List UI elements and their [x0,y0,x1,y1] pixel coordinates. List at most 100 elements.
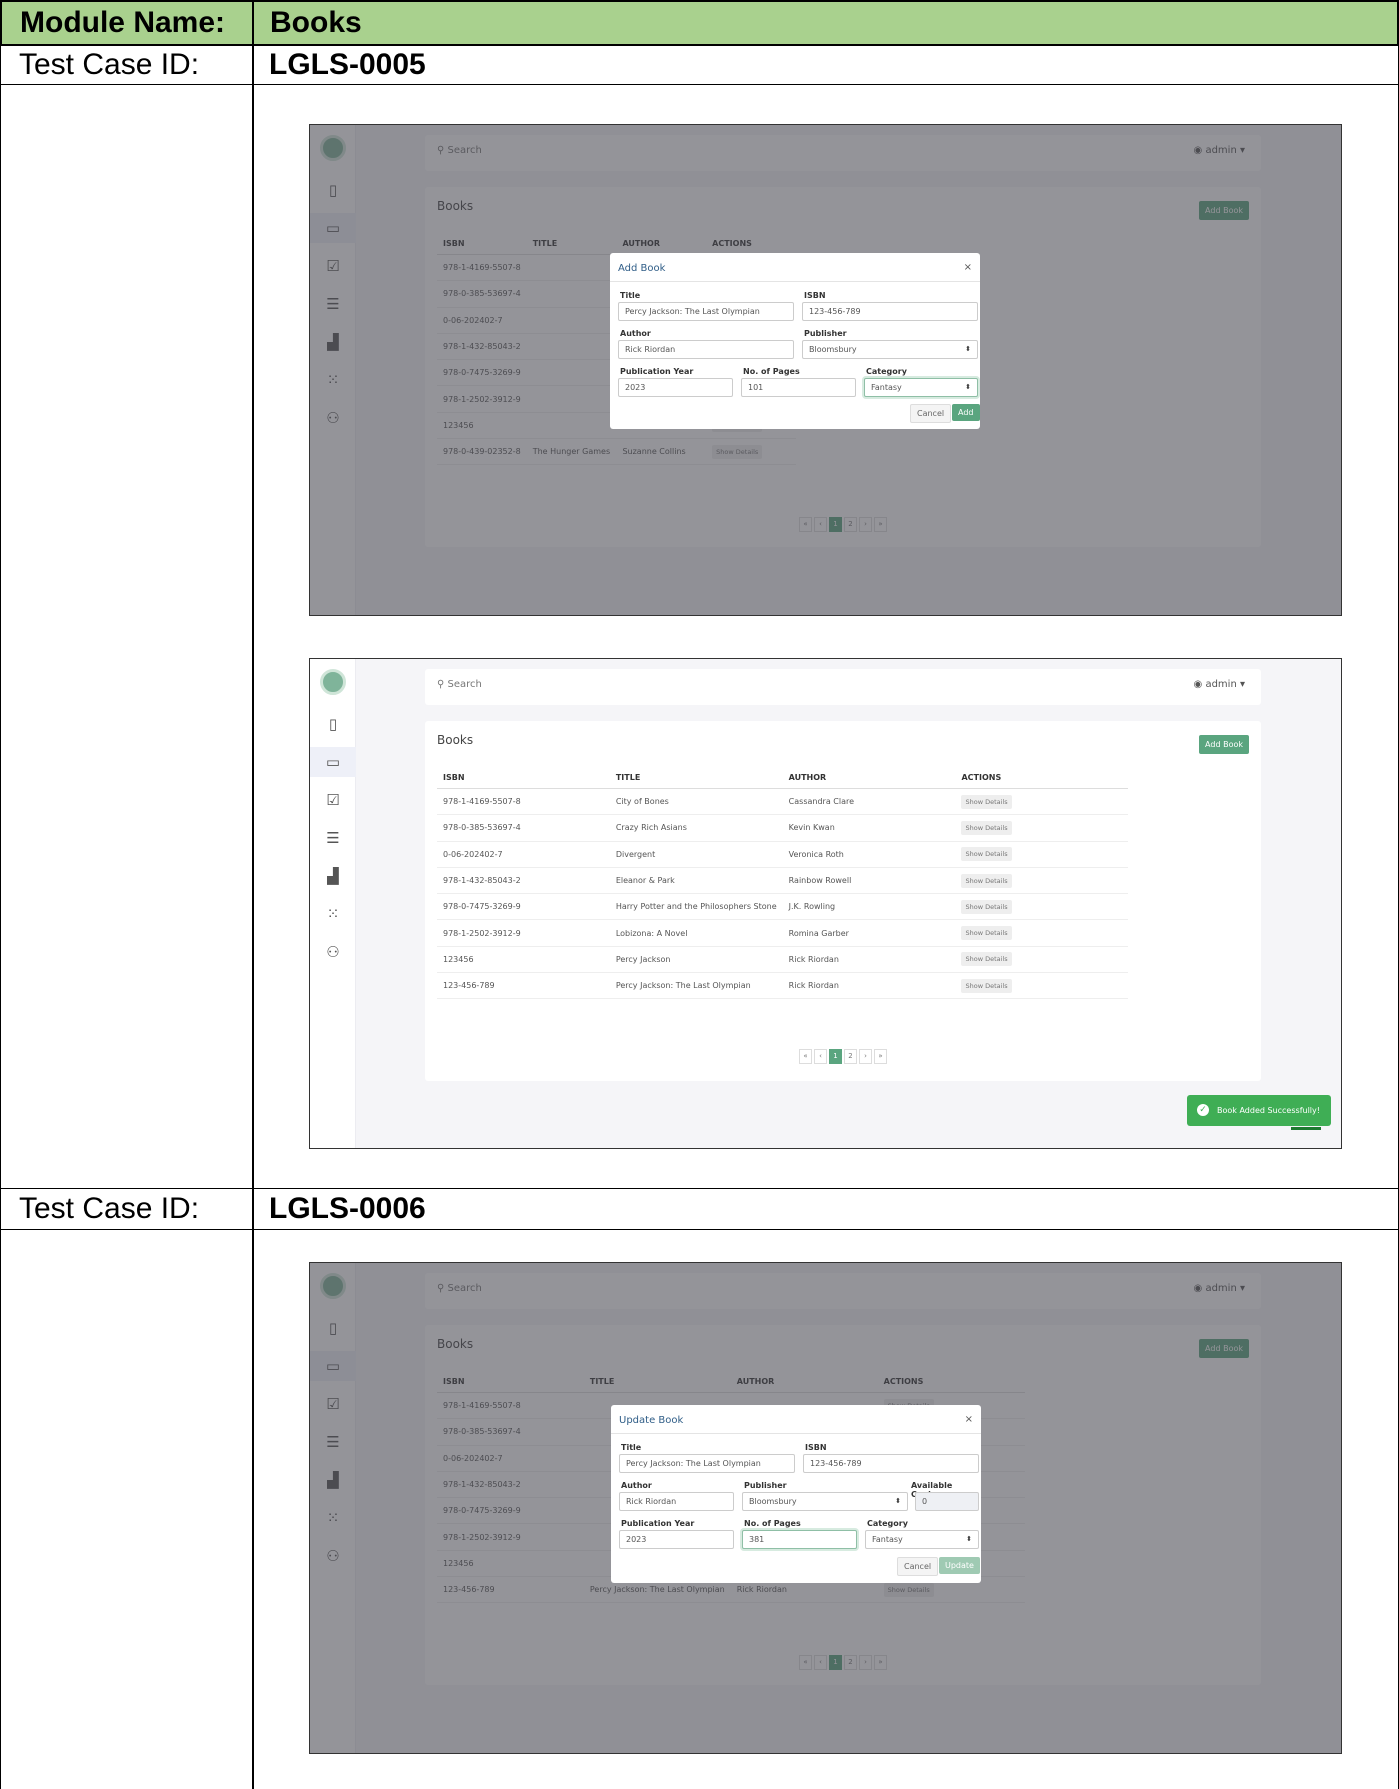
category-label: Category [867,1519,908,1528]
show-details-button[interactable]: Show Details [961,926,1012,941]
title-cell: Eleanor & Park [609,867,783,895]
title-cell: Percy Jackson [609,946,783,974]
show-details-button[interactable]: Show Details [961,978,1012,993]
isbn-label: ISBN [805,1443,827,1452]
author-cell: J.K. Rowling [782,893,956,921]
show-details-button[interactable]: Show Details [961,820,1012,835]
title-cell: Percy Jackson: The Last Olympian [609,972,783,1000]
author-cell: Cassandra Clare [782,788,956,816]
publisher-label: Publisher [744,1481,787,1490]
books-title: Books [437,733,474,747]
title-label: Title [621,1443,642,1452]
publisher-select[interactable]: Bloomsbury ⬍ [742,1492,908,1511]
year-label: Publication Year [621,1519,695,1528]
show-details-button[interactable]: Show Details [961,847,1012,862]
modal-title: Add Book [618,263,666,274]
col-author[interactable]: AUTHOR [782,767,956,789]
isbn-cell: 978-1-2502-3912-9 [437,919,610,947]
page-button[interactable]: 2 [844,1049,857,1064]
col-title[interactable]: TITLE [609,767,783,789]
isbn-cell: 123-456-789 [437,972,610,1000]
actions-cell: Show Details [955,972,1129,1000]
test-case-id: LGLS-0005 [252,44,1399,85]
show-details-button[interactable]: Show Details [961,873,1012,888]
year-field[interactable]: 2023 [618,378,733,397]
author-cell: Romina Garber [782,919,956,947]
year-field[interactable]: 2023 [619,1530,734,1549]
isbn-field[interactable]: 123-456-789 [803,1454,979,1473]
pages-field[interactable]: 381 [742,1530,857,1549]
category-select[interactable]: Fantasy ⬍ [864,378,978,397]
show-details-button[interactable]: Show Details [961,899,1012,914]
pagination: «‹12›» [799,1049,887,1064]
actions-cell: Show Details [955,919,1129,947]
author-cell: Kevin Kwan [782,814,956,842]
checklist-icon[interactable]: ☑ [324,791,342,809]
update-button[interactable]: Update [939,1557,980,1574]
page-button[interactable]: › [859,1049,872,1064]
add-book-button[interactable]: Add Book [1199,735,1249,754]
add-book-modal: Add Book × Title Percy Jackson: The Last… [610,253,980,429]
screenshot-add-book-modal: ▯ ▭ ☑ ☰ ▟ ⁙ ⚇ ⚲ Search ◉ admin ▾ Books A… [309,124,1342,616]
isbn-cell: 978-0-7475-3269-9 [437,893,610,921]
page-button[interactable]: ‹ [814,1049,827,1064]
app-logo [320,669,346,695]
list-icon[interactable]: ☰ [324,829,342,847]
toast-progress [1291,1127,1321,1130]
screenshot-book-added: ▯ ▭ ☑ ☰ ▟ ⁙ ⚇ ⚲ Search ◉ admin ▾ Books A… [309,658,1342,1149]
col-isbn[interactable]: ISBN [437,767,610,789]
user-menu[interactable]: ◉ admin ▾ [1194,679,1245,690]
cancel-button[interactable]: Cancel [910,404,952,423]
isbn-field[interactable]: 123-456-789 [802,302,978,321]
author-label: Author [621,1481,652,1490]
success-toast[interactable]: ✓ Book Added Successfully! [1187,1095,1331,1130]
author-field[interactable]: Rick Riordan [618,340,794,359]
title-field[interactable]: Percy Jackson: The Last Olympian [618,302,794,321]
screenshot-update-book-modal: ▯ ▭ ☑ ☰ ▟ ⁙ ⚇ ⚲ Search ◉ admin ▾ Books A… [309,1262,1342,1754]
empty-cell [0,84,254,1189]
cancel-button[interactable]: Cancel [897,1557,939,1576]
dashboard-icon[interactable]: ▯ [324,715,342,733]
table-row: 978-1-2502-3912-9 Lobizona: A Novel Romina… [437,919,1129,947]
title-label: Title [620,291,641,300]
close-icon[interactable]: × [965,1414,973,1425]
page-button[interactable]: » [874,1049,887,1064]
actions-cell: Show Details [955,814,1129,842]
pages-field[interactable]: 101 [741,378,856,397]
title-field[interactable]: Percy Jackson: The Last Olympian [619,1454,795,1473]
books-table: ISBN TITLE AUTHOR ACTIONS 978-1-4169-550… [437,767,1129,1000]
actions-cell: Show Details [955,788,1129,816]
col-actions: ACTIONS [955,767,1129,789]
test-case-label: Test Case ID: [0,44,254,85]
top-bar: ⚲ Search ◉ admin ▾ [425,669,1261,705]
publisher-select[interactable]: Bloomsbury ⬍ [802,340,978,359]
add-button[interactable]: Add [952,404,980,421]
select-arrow-icon: ⬍ [895,1497,901,1505]
table-row: 0-06-202402-7 Divergent Veronica Roth Show … [437,841,1129,868]
show-details-button[interactable]: Show Details [961,794,1012,809]
author-cell: Rick Riordan [782,972,956,1000]
table-row: 123-456-789Percy Jackson: The Last Olymp… [437,972,1129,1000]
year-label: Publication Year [620,367,694,376]
module-name-label: Module Name: [0,0,254,46]
close-icon[interactable]: × [964,262,972,273]
test-case-label: Test Case ID: [0,1188,254,1230]
grid-icon[interactable]: ⁙ [324,905,342,923]
table-row: 978-0-385-53697-4 Crazy Rich Asians Kevin … [437,814,1129,842]
users-icon[interactable]: ⚇ [324,943,342,961]
isbn-label: ISBN [804,291,826,300]
search-input[interactable]: ⚲ Search [437,679,482,690]
page-button[interactable]: 1 [829,1049,842,1064]
author-field[interactable]: Rick Riordan [619,1492,734,1511]
publisher-label: Publisher [804,329,847,338]
book-icon[interactable]: ▭ [324,753,342,771]
actions-cell: Show Details [955,867,1129,895]
title-cell: City of Bones [609,788,783,816]
page-button[interactable]: « [799,1049,812,1064]
modal-title: Update Book [619,1415,684,1426]
check-circle-icon: ✓ [1197,1104,1209,1116]
category-select[interactable]: Fantasy ⬍ [865,1530,979,1549]
author-cell: Rick Riordan [782,946,956,974]
show-details-button[interactable]: Show Details [961,952,1012,967]
building-icon[interactable]: ▟ [324,867,342,885]
